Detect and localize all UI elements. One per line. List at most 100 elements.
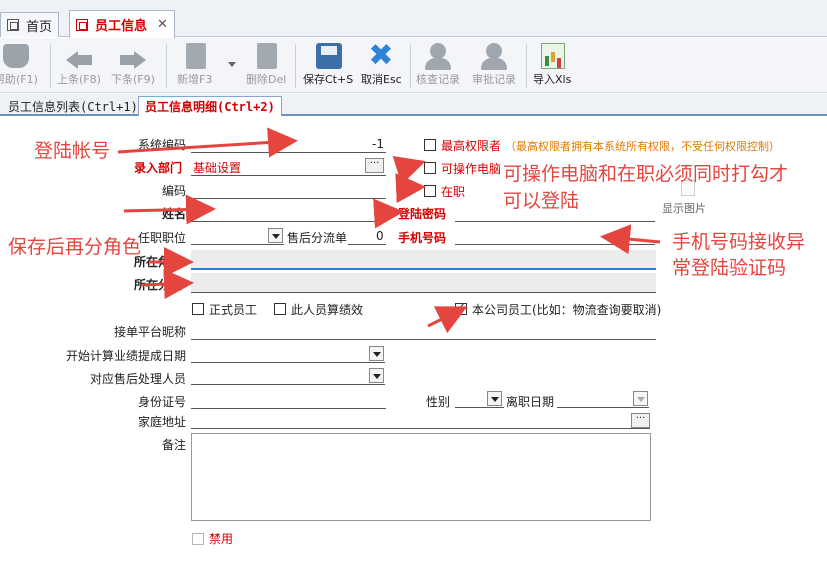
idcard-input[interactable] [191, 408, 386, 409]
aftersale-input[interactable] [348, 244, 386, 245]
role-field-focus-line [191, 268, 656, 270]
remark-label: 备注 [162, 438, 187, 452]
entry-dept-value[interactable]: 基础设置 [193, 159, 241, 176]
login-password-label: 登陆密码 [398, 207, 447, 221]
add-dropdown-chevron-icon[interactable] [228, 62, 236, 67]
start-date-dropdown-chevron-icon[interactable] [369, 346, 384, 361]
annotation-phone-note-line1: 手机号码接收异 [672, 231, 806, 253]
close-icon[interactable]: ✕ [157, 17, 168, 32]
tab-employee-info-label: 员工信息 [95, 19, 148, 34]
add-button[interactable]: 新增F3 [177, 41, 212, 87]
arrow-to-phone [600, 224, 661, 255]
leave-date-dropdown-chevron-icon[interactable] [633, 391, 648, 406]
import-xls-label: 导入Xls [533, 73, 572, 86]
system-code-value[interactable]: -1 [372, 137, 384, 151]
tab-employee-detail[interactable]: 员工信息明细(Ctrl+2) [138, 96, 282, 116]
save-button-label: 保存Ct+S [303, 73, 354, 86]
disabled-checkbox[interactable] [192, 533, 204, 545]
gender-label: 性别 [426, 395, 451, 409]
performance-checkbox[interactable] [274, 303, 286, 315]
employed-checkbox[interactable] [424, 185, 436, 197]
cancel-button[interactable]: ✖ 取消Esc [361, 41, 402, 87]
add-button-label: 新增F3 [177, 73, 213, 86]
formal-employee-checkbox[interactable] [192, 303, 204, 315]
group-field[interactable] [191, 273, 656, 292]
role-field[interactable] [191, 250, 656, 269]
approve-log-button[interactable]: 审批记录 [472, 41, 516, 87]
position-select[interactable] [191, 244, 284, 245]
save-disk-icon [316, 43, 343, 69]
leave-date-select[interactable] [557, 407, 649, 408]
entry-dept-browse-button[interactable]: ··· [365, 158, 384, 173]
address-browse-button[interactable]: ··· [631, 413, 650, 428]
annotation-login-account: 登陆帐号 [34, 140, 111, 162]
prev-record-button[interactable]: 上条(F8) [57, 41, 101, 87]
next-record-button[interactable]: 下条(F9) [111, 41, 155, 87]
annotation-phone-note-line2: 常登陆验证码 [672, 257, 787, 279]
window-icon [76, 18, 88, 31]
address-input[interactable] [191, 428, 650, 429]
spreadsheet-icon [541, 43, 566, 69]
entry-dept-label: 录入部门 [134, 161, 183, 175]
toolbar-divider [410, 44, 411, 88]
delete-button-label: 删除Del [246, 73, 287, 86]
entry-dept-underline [191, 175, 386, 176]
tab-employee-detail-label: 员工信息明细(Ctrl+2) [145, 100, 275, 114]
code-input[interactable] [191, 198, 386, 199]
group-underline [191, 292, 656, 293]
address-label: 家庭地址 [138, 415, 187, 429]
super-admin-note: （最高权限者拥有本系统所有权限，不受任何权限控制） [505, 140, 780, 153]
tab-employee-list[interactable]: 员工信息列表(Ctrl+1) [2, 96, 144, 116]
approve-log-label: 审批记录 [472, 73, 516, 86]
nickname-label: 接单平台昵称 [114, 325, 187, 339]
super-admin-label: 最高权限者 [441, 139, 502, 153]
toolbar: 帮助(F1) 上条(F8) 下条(F9) 新增F3 删除Del 保存Ct+S ✖… [0, 38, 827, 93]
sub-tab-strip: 员工信息列表(Ctrl+1) 员工信息明细(Ctrl+2) [0, 94, 827, 116]
aftersale-value[interactable]: 0 [376, 229, 384, 243]
gender-dropdown-chevron-icon[interactable] [487, 391, 502, 406]
annotation-save-then-role: 保存后再分角色 [8, 236, 142, 258]
person-icon [425, 43, 451, 70]
audit-log-button[interactable]: 核查记录 [416, 41, 460, 87]
cancel-x-icon: ✖ [368, 38, 394, 73]
arrow-right-icon [116, 41, 150, 71]
login-password-input[interactable] [455, 221, 655, 222]
delete-button[interactable]: 删除Del [246, 41, 286, 87]
name-label: 姓名 [162, 207, 187, 221]
import-xls-button[interactable]: 导入Xls [533, 41, 571, 87]
pc-operable-label: 可操作电脑 [441, 162, 502, 176]
company-employee-checkbox[interactable] [455, 300, 467, 315]
company-employee-label: 本公司员工(比如：物流查询要取消) [472, 303, 662, 317]
handler-dropdown-chevron-icon[interactable] [369, 368, 384, 383]
show-photo-label[interactable]: 显示图片 [662, 200, 706, 216]
window-icon [7, 19, 19, 31]
toolbar-divider [50, 44, 51, 88]
remark-textarea[interactable] [191, 433, 651, 521]
position-dropdown-chevron-icon[interactable] [268, 228, 283, 243]
role-label: 所在角色 [134, 255, 183, 269]
arrow-to-login-password [373, 198, 404, 229]
tab-employee-info[interactable]: 员工信息 ✕ [69, 10, 175, 38]
toolbar-divider [166, 44, 167, 88]
group-label: 所在分组 [134, 278, 183, 292]
nickname-input[interactable] [191, 339, 656, 340]
pc-operable-checkbox[interactable] [424, 162, 436, 174]
tab-home[interactable]: 首页 [0, 12, 60, 37]
gender-select[interactable] [455, 407, 504, 408]
new-document-icon [185, 43, 206, 69]
super-admin-checkbox[interactable] [424, 139, 436, 151]
delete-document-icon [257, 43, 278, 69]
annotation-pc-note-line2: 可以登陆 [503, 190, 580, 212]
name-input[interactable] [191, 221, 386, 222]
code-label: 编码 [162, 184, 187, 198]
help-icon [2, 44, 29, 68]
formal-employee-label: 正式员工 [209, 303, 258, 317]
help-button[interactable]: 帮助(F1) [0, 41, 38, 87]
handler-select[interactable] [191, 384, 385, 385]
phone-input[interactable] [455, 244, 655, 245]
toolbar-divider [526, 44, 527, 88]
next-record-label: 下条(F9) [111, 73, 155, 86]
save-button[interactable]: 保存Ct+S [303, 41, 353, 87]
start-date-select[interactable] [191, 362, 385, 363]
tab-strip: 首页 员工信息 ✕ [0, 0, 827, 38]
